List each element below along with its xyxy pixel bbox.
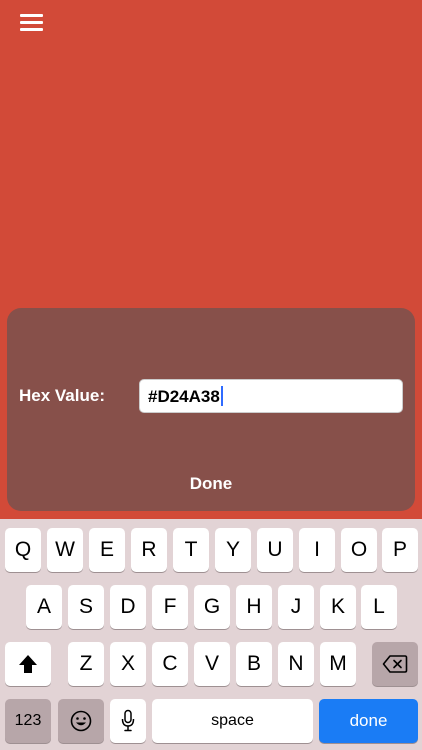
hex-value-text: #D24A38 [148, 387, 220, 406]
emoji-key[interactable] [58, 699, 104, 743]
key-a[interactable]: A [26, 585, 62, 629]
keyboard-done-key[interactable]: done [319, 699, 418, 743]
key-t[interactable]: T [173, 528, 209, 572]
hex-value-label: Hex Value: [19, 386, 105, 405]
key-k[interactable]: K [320, 585, 356, 629]
done-button[interactable]: Done [7, 474, 415, 494]
key-q[interactable]: Q [5, 528, 41, 572]
numbers-key[interactable]: 123 [5, 699, 51, 743]
key-x[interactable]: X [110, 642, 146, 686]
key-w[interactable]: W [47, 528, 83, 572]
key-o[interactable]: O [341, 528, 377, 572]
key-p[interactable]: P [382, 528, 418, 572]
keyboard: Q W E R T Y U I O P A S D F G H J K L Z … [0, 519, 422, 750]
key-c[interactable]: C [152, 642, 188, 686]
microphone-key[interactable] [110, 699, 146, 743]
menu-icon[interactable] [20, 12, 44, 32]
key-f[interactable]: F [152, 585, 188, 629]
key-j[interactable]: J [278, 585, 314, 629]
space-key[interactable]: space [152, 699, 313, 743]
hex-input-panel: Hex Value: #D24A38 Done [7, 308, 415, 511]
microphone-icon [121, 709, 135, 732]
key-u[interactable]: U [257, 528, 293, 572]
key-n[interactable]: N [278, 642, 314, 686]
key-y[interactable]: Y [215, 528, 251, 572]
key-z[interactable]: Z [68, 642, 104, 686]
emoji-icon [70, 710, 92, 732]
key-m[interactable]: M [320, 642, 356, 686]
key-e[interactable]: E [89, 528, 125, 572]
key-i[interactable]: I [299, 528, 335, 572]
shift-icon [19, 655, 37, 673]
key-v[interactable]: V [194, 642, 230, 686]
text-cursor [220, 386, 223, 406]
key-h[interactable]: H [236, 585, 272, 629]
key-r[interactable]: R [131, 528, 167, 572]
key-b[interactable]: B [236, 642, 272, 686]
delete-key[interactable] [372, 642, 418, 686]
key-s[interactable]: S [68, 585, 104, 629]
key-l[interactable]: L [361, 585, 397, 629]
key-g[interactable]: G [194, 585, 230, 629]
key-d[interactable]: D [110, 585, 146, 629]
hex-value-input[interactable]: #D24A38 [139, 379, 403, 413]
shift-key[interactable] [5, 642, 51, 686]
delete-icon [382, 655, 408, 673]
